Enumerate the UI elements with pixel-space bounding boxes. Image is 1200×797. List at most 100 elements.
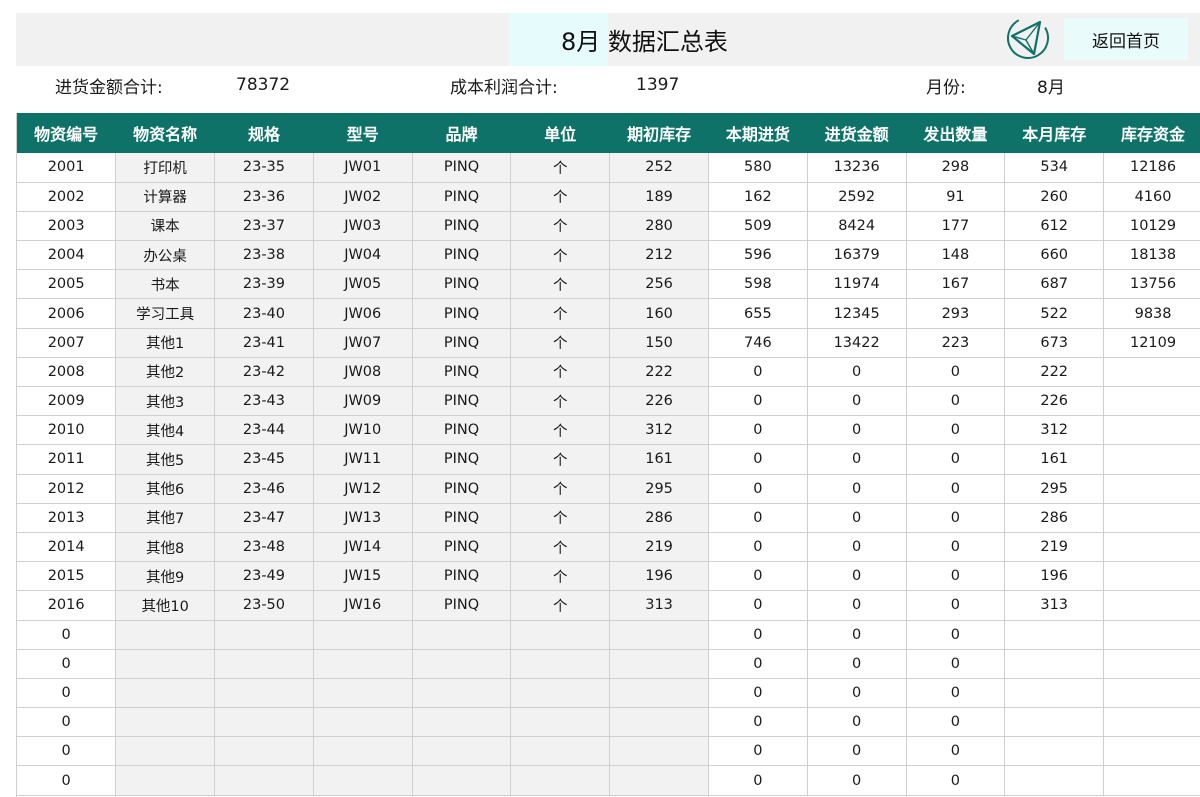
table-cell[interactable]: 655 <box>708 298 808 329</box>
table-cell[interactable]: 0 <box>807 444 907 475</box>
table-cell[interactable]: PINQ <box>412 153 512 183</box>
table-cell[interactable] <box>412 678 512 709</box>
table-cell[interactable]: 0 <box>906 561 1006 592</box>
table-cell[interactable]: 18138 <box>1103 240 1200 271</box>
table-cell[interactable]: 23-38 <box>214 240 314 271</box>
table-cell[interactable]: 0 <box>708 532 808 563</box>
table-cell[interactable] <box>313 649 413 679</box>
table-cell[interactable]: 学习工具 <box>115 298 216 329</box>
table-cell[interactable]: 0 <box>17 736 117 767</box>
table-cell[interactable] <box>412 765 512 796</box>
table-cell[interactable]: 其他3 <box>115 386 216 417</box>
table-cell[interactable] <box>1103 357 1200 388</box>
table-cell[interactable]: 23-46 <box>214 474 314 504</box>
table-cell[interactable]: 0 <box>906 503 1006 533</box>
table-cell[interactable]: 个 <box>510 386 611 417</box>
table-cell[interactable]: 0 <box>807 474 907 504</box>
table-cell[interactable]: 2006 <box>17 298 117 329</box>
table-cell[interactable]: 其他6 <box>115 474 216 504</box>
table-cell[interactable]: 个 <box>510 328 611 358</box>
table-cell[interactable]: 150 <box>609 328 709 358</box>
table-cell[interactable] <box>1103 503 1200 533</box>
table-cell[interactable]: 2011 <box>17 444 117 475</box>
table-cell[interactable]: 2009 <box>17 386 117 417</box>
table-cell[interactable]: 260 <box>1004 182 1105 212</box>
table-cell[interactable]: 2004 <box>17 240 117 271</box>
table-cell[interactable]: 687 <box>1004 269 1105 300</box>
table-cell[interactable]: PINQ <box>412 240 512 271</box>
table-cell[interactable]: 23-41 <box>214 328 314 358</box>
table-cell[interactable] <box>1103 474 1200 504</box>
table-cell[interactable]: 0 <box>17 678 117 709</box>
table-cell[interactable]: 23-42 <box>214 357 314 388</box>
table-cell[interactable]: 23-49 <box>214 561 314 592</box>
table-cell[interactable]: 612 <box>1004 211 1105 242</box>
table-cell[interactable]: 219 <box>1004 532 1105 563</box>
table-cell[interactable]: PINQ <box>412 328 512 358</box>
table-cell[interactable]: 0 <box>708 590 808 621</box>
table-cell[interactable]: 个 <box>510 298 611 329</box>
table-cell[interactable] <box>214 736 314 767</box>
table-cell[interactable]: 222 <box>609 357 709 388</box>
table-cell[interactable]: 0 <box>17 707 117 738</box>
table-cell[interactable] <box>609 736 709 767</box>
table-cell[interactable]: 13236 <box>807 153 907 183</box>
table-cell[interactable]: 673 <box>1004 328 1105 358</box>
table-cell[interactable]: 598 <box>708 269 808 300</box>
table-cell[interactable]: 522 <box>1004 298 1105 329</box>
table-cell[interactable]: 0 <box>906 415 1006 446</box>
table-cell[interactable]: 0 <box>708 415 808 446</box>
table-cell[interactable]: 161 <box>609 444 709 475</box>
table-cell[interactable]: 个 <box>510 444 611 475</box>
table-cell[interactable]: 0 <box>807 707 907 738</box>
table-cell[interactable] <box>412 620 512 650</box>
table-cell[interactable]: 196 <box>609 561 709 592</box>
table-cell[interactable]: 4160 <box>1103 182 1200 212</box>
table-cell[interactable]: 0 <box>708 620 808 650</box>
table-cell[interactable]: PINQ <box>412 386 512 417</box>
table-cell[interactable]: 298 <box>906 153 1006 183</box>
table-cell[interactable]: 个 <box>510 590 611 621</box>
table-cell[interactable]: 0 <box>807 736 907 767</box>
table-cell[interactable] <box>412 707 512 738</box>
table-cell[interactable]: 书本 <box>115 269 216 300</box>
table-cell[interactable]: 160 <box>609 298 709 329</box>
table-cell[interactable] <box>214 620 314 650</box>
table-cell[interactable]: 个 <box>510 503 611 533</box>
table-cell[interactable]: JW04 <box>313 240 413 271</box>
table-cell[interactable]: PINQ <box>412 444 512 475</box>
table-cell[interactable]: 189 <box>609 182 709 212</box>
table-cell[interactable]: 295 <box>1004 474 1105 504</box>
table-cell[interactable]: 2003 <box>17 211 117 242</box>
table-cell[interactable]: 2592 <box>807 182 907 212</box>
table-cell[interactable]: 660 <box>1004 240 1105 271</box>
table-cell[interactable]: 148 <box>906 240 1006 271</box>
table-cell[interactable] <box>313 765 413 796</box>
table-cell[interactable]: 其他5 <box>115 444 216 475</box>
table-cell[interactable]: 0 <box>708 649 808 679</box>
table-cell[interactable] <box>1103 649 1200 679</box>
table-cell[interactable]: 0 <box>807 561 907 592</box>
table-cell[interactable]: JW01 <box>313 153 413 183</box>
table-cell[interactable]: 295 <box>609 474 709 504</box>
table-cell[interactable]: 0 <box>906 765 1006 796</box>
table-cell[interactable]: PINQ <box>412 415 512 446</box>
table-cell[interactable]: 0 <box>807 386 907 417</box>
table-cell[interactable]: 8424 <box>807 211 907 242</box>
table-cell[interactable]: 23-37 <box>214 211 314 242</box>
table-cell[interactable]: 0 <box>708 765 808 796</box>
table-cell[interactable]: 其他1 <box>115 328 216 358</box>
table-cell[interactable]: 2013 <box>17 503 117 533</box>
table-cell[interactable]: 0 <box>17 765 117 796</box>
table-cell[interactable] <box>214 678 314 709</box>
table-cell[interactable] <box>412 649 512 679</box>
table-cell[interactable]: 0 <box>17 649 117 679</box>
table-cell[interactable]: 0 <box>906 649 1006 679</box>
table-cell[interactable]: PINQ <box>412 590 512 621</box>
table-cell[interactable]: 16379 <box>807 240 907 271</box>
table-cell[interactable]: 580 <box>708 153 808 183</box>
table-cell[interactable]: 0 <box>906 678 1006 709</box>
table-cell[interactable]: 23-39 <box>214 269 314 300</box>
table-cell[interactable]: 0 <box>906 620 1006 650</box>
table-cell[interactable]: 23-43 <box>214 386 314 417</box>
